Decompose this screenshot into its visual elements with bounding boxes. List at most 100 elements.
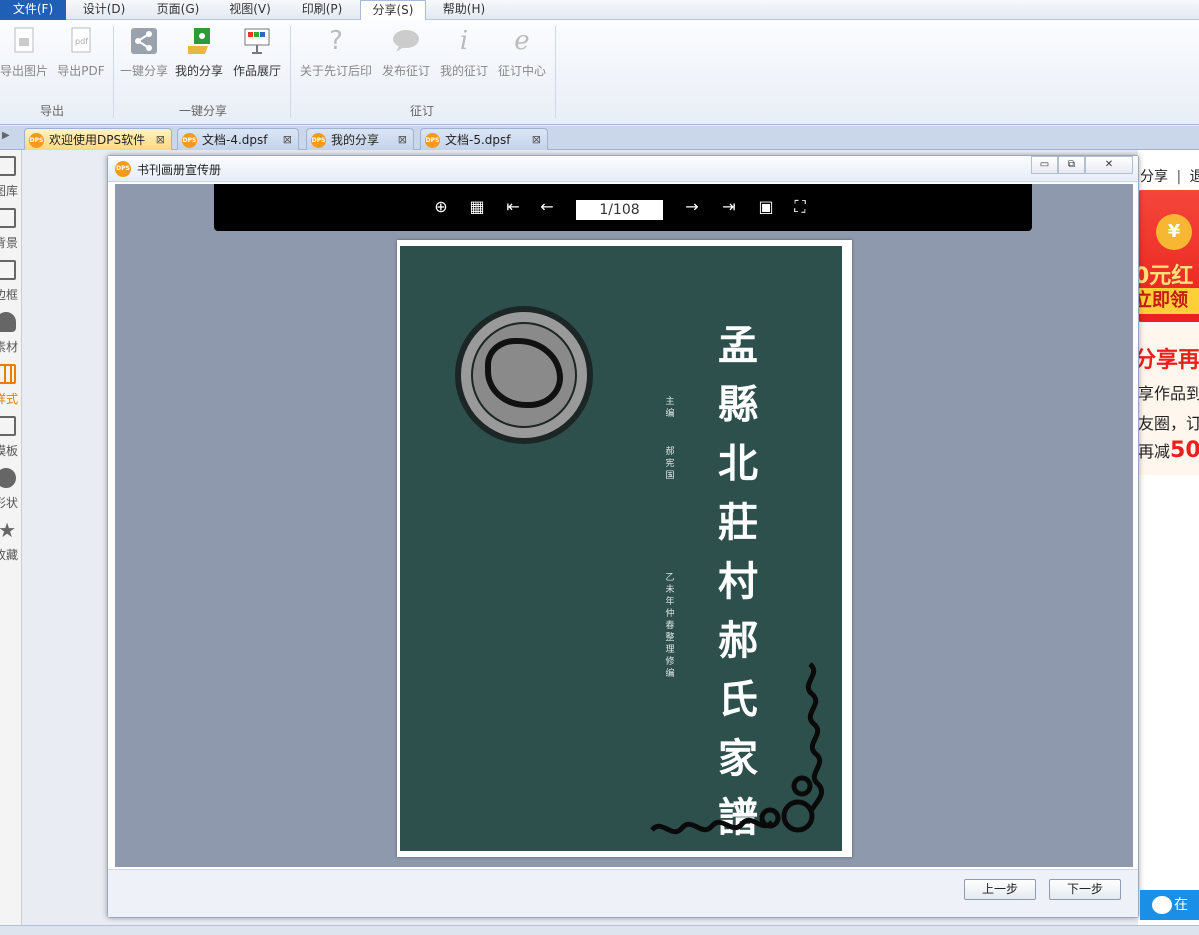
export-pdf-button[interactable]: pdf 导出PDF	[51, 26, 111, 79]
sidebar-item-label: 素材	[0, 340, 18, 354]
chat-label: 在	[1174, 897, 1188, 913]
tab-label: 我的分享	[331, 133, 380, 147]
first-page-icon[interactable]: ⇤	[502, 196, 524, 218]
promo-amount: 50	[1170, 438, 1199, 463]
publish-order-label: 发布征订	[381, 64, 430, 78]
menu-file[interactable]: 文件(F)	[0, 0, 66, 20]
minimize-button[interactable]: ▭	[1031, 156, 1058, 174]
pdf-file-icon: pdf	[66, 26, 96, 56]
sidebar-item-background[interactable]: 背景	[0, 202, 21, 254]
sidebar-item-label: 形状	[0, 496, 18, 510]
last-page-icon[interactable]: ⇥	[718, 196, 740, 218]
export-image-button[interactable]: 导出图片	[0, 26, 54, 79]
dps-logo-icon: DPS	[115, 161, 131, 177]
grid-style-icon	[0, 364, 16, 384]
zoom-in-icon[interactable]: ⊕	[430, 196, 452, 218]
close-icon[interactable]: ⊠	[156, 129, 165, 151]
menu-print[interactable]: 印刷(P)	[288, 0, 356, 20]
promo-line3: 再减50	[1138, 438, 1199, 463]
dps-logo-icon: DPS	[29, 133, 44, 148]
sidebar-item-gallery[interactable]: 图库	[0, 150, 21, 202]
order-center-label: 征订中心	[497, 64, 546, 78]
tab-doc5[interactable]: DPS 文档-5.dpsf ⊠	[420, 128, 548, 150]
online-chat-button[interactable]: 在	[1140, 890, 1199, 920]
tab-label: 文档-5.dpsf	[445, 133, 511, 147]
gallery-button[interactable]: 作品展厅	[227, 26, 287, 79]
picture-icon	[0, 156, 16, 176]
sidebar-item-label: 背景	[0, 236, 18, 250]
close-icon[interactable]: ⊠	[532, 129, 541, 151]
page-indicator[interactable]: 1/108	[576, 200, 663, 220]
next-page-icon[interactable]: →	[681, 196, 703, 218]
right-panel: 分享 | 退 ¥ 0元红 立即领 分享再 享作品到 友圈，订 再减50	[1138, 150, 1199, 925]
ribbon: 导出图片 pdf 导出PDF 一键分享 我的分享 作品展厅 ? 关于先订后印 发…	[0, 20, 1199, 125]
link-divider: |	[1176, 169, 1182, 185]
editor-role: 主编	[665, 397, 675, 419]
tab-doc4[interactable]: DPS 文档-4.dpsf ⊠	[177, 128, 299, 150]
next-step-button[interactable]: 下一步	[1049, 879, 1121, 900]
ribbon-separator	[555, 26, 556, 118]
tab-welcome[interactable]: DPS 欢迎使用DPS软件 ⊠	[24, 128, 172, 150]
dps-logo-icon: DPS	[311, 133, 326, 148]
sidebar-item-template[interactable]: 模板	[0, 410, 21, 462]
flower-icon	[0, 312, 16, 332]
coin-icon: ¥	[1156, 214, 1192, 250]
my-orders-button[interactable]: i 我的征订	[434, 26, 494, 79]
book-cover: 孟縣北莊村郝氏家譜 主编 郝宪国 乙未年仲春整理修编	[400, 246, 842, 851]
single-page-icon[interactable]: ▣	[755, 196, 777, 218]
red-envelope-ad[interactable]: ¥ 0元红 立即领	[1138, 190, 1199, 322]
tab-my-share[interactable]: DPS 我的分享 ⊠	[306, 128, 414, 150]
close-icon[interactable]: ⊠	[398, 129, 407, 151]
ad-headline: 0元红	[1138, 264, 1194, 289]
menu-page[interactable]: 页面(G)	[142, 0, 214, 20]
restore-button[interactable]: ⧉	[1058, 156, 1085, 174]
sidebar-item-shape[interactable]: 形状	[0, 462, 21, 514]
menu-help[interactable]: 帮助(H)	[430, 0, 498, 20]
dps-logo-icon: DPS	[182, 133, 197, 148]
my-orders-label: 我的征订	[439, 64, 488, 78]
gallery-icon	[242, 26, 272, 56]
sidebar-item-material[interactable]: 素材	[0, 306, 21, 358]
chat-bubble-icon	[1152, 896, 1172, 914]
sidebar-item-label: 收藏	[0, 548, 18, 562]
my-share-button[interactable]: 我的分享	[169, 26, 229, 79]
dialog-footer: 上一步 下一步	[108, 869, 1138, 917]
promo-line3-prefix: 再减	[1138, 442, 1171, 461]
book-page[interactable]: 孟縣北莊村郝氏家譜 主编 郝宪国 乙未年仲春整理修编	[397, 240, 852, 857]
fullscreen-icon[interactable]: ⛶	[789, 196, 811, 218]
status-bar	[0, 925, 1199, 935]
exit-link[interactable]: 退	[1190, 169, 1199, 185]
close-button[interactable]: ✕	[1085, 156, 1133, 174]
menu-view[interactable]: 视图(V)	[216, 0, 284, 20]
order-center-button[interactable]: e 征订中心	[492, 26, 552, 79]
menu-design[interactable]: 设计(D)	[70, 0, 138, 20]
menu-share[interactable]: 分享(S)	[360, 0, 426, 21]
star-icon: ★	[0, 520, 16, 540]
prev-page-icon[interactable]: ←	[536, 196, 558, 218]
document-tabbar: ▶ DPS 欢迎使用DPS软件 ⊠ DPS 文档-4.dpsf ⊠ DPS 我的…	[0, 126, 1199, 150]
sidebar-item-favorites[interactable]: ★ 收藏	[0, 514, 21, 566]
promo-box: 分享再 享作品到 友圈，订 再减50	[1138, 322, 1199, 475]
about-preorder-label: 关于先订后印	[299, 64, 372, 78]
sidebar-item-style[interactable]: 样式	[0, 358, 21, 410]
about-preorder-button[interactable]: ? 关于先订后印	[298, 26, 374, 79]
sidebar-item-border[interactable]: 边框	[0, 254, 21, 306]
thumbnail-grid-icon[interactable]: ▦	[466, 196, 488, 218]
share-link[interactable]: 分享	[1140, 169, 1168, 185]
info-icon: i	[459, 26, 469, 56]
preview-dialog: DPS 书刊画册宣传册 ▭ ⧉ ✕ ⊕ ▦ ⇤ ← 1/108 → ⇥ ▣ ⛶ …	[107, 155, 1139, 918]
one-click-share-button[interactable]: 一键分享	[114, 26, 174, 79]
previous-step-button[interactable]: 上一步	[964, 879, 1036, 900]
sidebar-item-label: 边框	[0, 288, 18, 302]
question-icon: ?	[329, 26, 343, 56]
group-export-label: 导出	[39, 104, 64, 118]
book-viewer: ⊕ ▦ ⇤ ← 1/108 → ⇥ ▣ ⛶ 孟縣北莊村郝氏家譜 主编 郝宪国 乙…	[115, 184, 1133, 867]
close-icon[interactable]: ⊠	[283, 129, 292, 151]
ad-claim-button[interactable]: 立即领	[1138, 288, 1199, 314]
tabs-scroll-arrow[interactable]: ▶	[2, 130, 10, 141]
shape-icon	[0, 468, 16, 488]
publish-order-button[interactable]: 发布征订	[376, 26, 436, 79]
promo-line2: 友圈，订	[1138, 414, 1199, 433]
dps-logo-icon: DPS	[425, 133, 440, 148]
corner-ornament-image	[650, 662, 825, 835]
